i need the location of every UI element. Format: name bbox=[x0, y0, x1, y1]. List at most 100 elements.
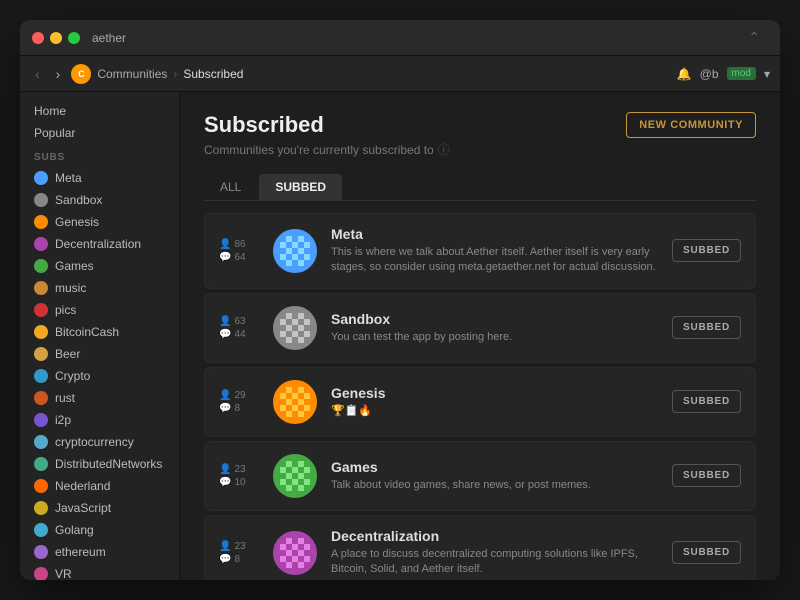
sidebar-item-bitcoincash[interactable]: BitcoinCash bbox=[20, 321, 179, 343]
comm-info: Decentralization A place to discuss dece… bbox=[331, 528, 658, 578]
nav-right: 🔔 @b mod ▾ bbox=[677, 67, 770, 81]
subbed-button-games[interactable]: SUBBED bbox=[672, 464, 741, 487]
page-title: Subscribed bbox=[204, 112, 450, 138]
home-label: Home bbox=[34, 104, 66, 118]
sidebar-item-nederland[interactable]: Nederland bbox=[20, 475, 179, 497]
sidebar-item-crypto[interactable]: Crypto bbox=[20, 365, 179, 387]
titlebar: aether ⌃ bbox=[20, 20, 780, 56]
notification-icon[interactable]: 🔔 bbox=[677, 67, 692, 81]
posts-count: 10 bbox=[234, 477, 245, 488]
community-item-decentralization[interactable]: 👤 23 💬 8 Decentralization A place to dis… bbox=[204, 515, 756, 580]
sidebar-item-beer[interactable]: Beer bbox=[20, 343, 179, 365]
window-controls bbox=[32, 32, 80, 44]
person-icon: 👤 bbox=[219, 464, 231, 475]
sidebar-item-label: ethereum bbox=[55, 545, 106, 559]
app-window: aether ⌃ ‹ › C Communities › Subscribed … bbox=[20, 20, 780, 580]
sidebar-item-genesis[interactable]: Genesis bbox=[20, 211, 179, 233]
sidebar-avatar bbox=[34, 171, 48, 185]
breadcrumb-parent[interactable]: Communities bbox=[97, 67, 167, 81]
sidebar-item-label: Golang bbox=[55, 523, 94, 537]
sidebar-item-label: Crypto bbox=[55, 369, 90, 383]
posts-stat: 💬 64 bbox=[219, 252, 259, 263]
sidebar-item-label: Sandbox bbox=[55, 193, 102, 207]
comm-info: Games Talk about video games, share news… bbox=[331, 459, 658, 493]
sidebar-item-label: rust bbox=[55, 391, 75, 405]
popular-label: Popular bbox=[34, 126, 75, 140]
sidebar-item-label: DistributedNetworks bbox=[55, 457, 162, 471]
page-subtitle: Communities you're currently subscribed … bbox=[204, 141, 450, 158]
main-layout: Home Popular SUBS Meta Sandbox Genesis D… bbox=[20, 92, 780, 580]
posts-stat: 💬 8 bbox=[219, 554, 259, 565]
minimize-button[interactable] bbox=[50, 32, 62, 44]
comm-desc: You can test the app by posting here. bbox=[331, 330, 658, 345]
community-item-games[interactable]: 👤 23 💬 10 Games Talk about video games, … bbox=[204, 441, 756, 511]
maximize-button[interactable] bbox=[68, 32, 80, 44]
followers-count: 63 bbox=[234, 316, 245, 327]
user-handle: @b bbox=[700, 67, 719, 81]
posts-count: 8 bbox=[234, 403, 240, 414]
person-icon: 👤 bbox=[219, 541, 231, 552]
followers-stat: 👤 23 bbox=[219, 464, 259, 475]
comm-stats: 👤 23 💬 10 bbox=[219, 464, 259, 488]
sidebar: Home Popular SUBS Meta Sandbox Genesis D… bbox=[20, 92, 180, 580]
sidebar-avatar bbox=[34, 391, 48, 405]
subbed-button-genesis[interactable]: SUBBED bbox=[672, 390, 741, 413]
comm-tags: 🏆📋🔥 bbox=[331, 404, 658, 419]
back-button[interactable]: ‹ bbox=[30, 64, 45, 84]
sidebar-avatar bbox=[34, 369, 48, 383]
sidebar-avatar bbox=[34, 237, 48, 251]
close-button[interactable] bbox=[32, 32, 44, 44]
comm-info: Meta This is where we talk about Aether … bbox=[331, 226, 658, 276]
sidebar-item-rust[interactable]: rust bbox=[20, 387, 179, 409]
person-icon: 👤 bbox=[219, 239, 231, 250]
sidebar-item-label: Beer bbox=[55, 347, 80, 361]
followers-stat: 👤 29 bbox=[219, 390, 259, 401]
sidebar-item-label: music bbox=[55, 281, 86, 295]
sidebar-item-music[interactable]: music bbox=[20, 277, 179, 299]
comm-desc: Talk about video games, share news, or p… bbox=[331, 478, 658, 493]
sidebar-avatar bbox=[34, 281, 48, 295]
nav-avatar: C bbox=[71, 64, 91, 84]
sidebar-avatar bbox=[34, 501, 48, 515]
sidebar-item-decentralization[interactable]: Decentralization bbox=[20, 233, 179, 255]
subbed-button-decentralization[interactable]: SUBBED bbox=[672, 541, 741, 564]
community-item-sandbox[interactable]: 👤 63 💬 44 Sandbox You can test the app b… bbox=[204, 293, 756, 363]
sidebar-item-label: cryptocurrency bbox=[55, 435, 134, 449]
sidebar-item-i2p[interactable]: i2p bbox=[20, 409, 179, 431]
sidebar-item-label: Decentralization bbox=[55, 237, 141, 251]
sidebar-item-popular[interactable]: Popular bbox=[20, 122, 179, 144]
subbed-button-sandbox[interactable]: SUBBED bbox=[672, 316, 741, 339]
sidebar-item-javascript[interactable]: JavaScript bbox=[20, 497, 179, 519]
posts-stat: 💬 8 bbox=[219, 403, 259, 414]
sidebar-avatar bbox=[34, 259, 48, 273]
followers-count: 86 bbox=[234, 239, 245, 250]
sidebar-item-golang[interactable]: Golang bbox=[20, 519, 179, 541]
followers-count: 23 bbox=[234, 541, 245, 552]
nav-dropdown-icon[interactable]: ▾ bbox=[764, 67, 770, 81]
new-community-button[interactable]: NEW COMMUNITY bbox=[626, 112, 756, 138]
posts-count: 64 bbox=[234, 252, 245, 263]
sidebar-item-label: BitcoinCash bbox=[55, 325, 119, 339]
sidebar-item-sandbox[interactable]: Sandbox bbox=[20, 189, 179, 211]
sidebar-item-cryptocurrency[interactable]: cryptocurrency bbox=[20, 431, 179, 453]
sidebar-item-meta[interactable]: Meta bbox=[20, 167, 179, 189]
forward-button[interactable]: › bbox=[51, 64, 66, 84]
community-item-genesis[interactable]: 👤 29 💬 8 Genesis 🏆📋🔥 SUBBED bbox=[204, 367, 756, 437]
sidebar-item-home[interactable]: Home bbox=[20, 100, 179, 122]
sidebar-item-ethereum[interactable]: ethereum bbox=[20, 541, 179, 563]
sidebar-item-pics[interactable]: pics bbox=[20, 299, 179, 321]
breadcrumb-separator: › bbox=[173, 67, 177, 81]
tab-subbed[interactable]: SUBBED bbox=[259, 174, 342, 200]
sidebar-item-games[interactable]: Games bbox=[20, 255, 179, 277]
sidebar-item-vr[interactable]: VR bbox=[20, 563, 179, 580]
chat-icon: 💬 bbox=[219, 329, 231, 340]
person-icon: 👤 bbox=[219, 316, 231, 327]
sidebar-item-label: Nederland bbox=[55, 479, 110, 493]
subbed-button-meta[interactable]: SUBBED bbox=[672, 239, 741, 262]
community-item-meta[interactable]: 👤 86 💬 64 Meta This is where we talk abo… bbox=[204, 213, 756, 289]
navbar: ‹ › C Communities › Subscribed 🔔 @b mod … bbox=[20, 56, 780, 92]
tab-all[interactable]: ALL bbox=[204, 174, 257, 200]
sidebar-item-label: i2p bbox=[55, 413, 71, 427]
app-title: aether bbox=[92, 31, 126, 45]
sidebar-item-distributednetworks[interactable]: DistributedNetworks bbox=[20, 453, 179, 475]
